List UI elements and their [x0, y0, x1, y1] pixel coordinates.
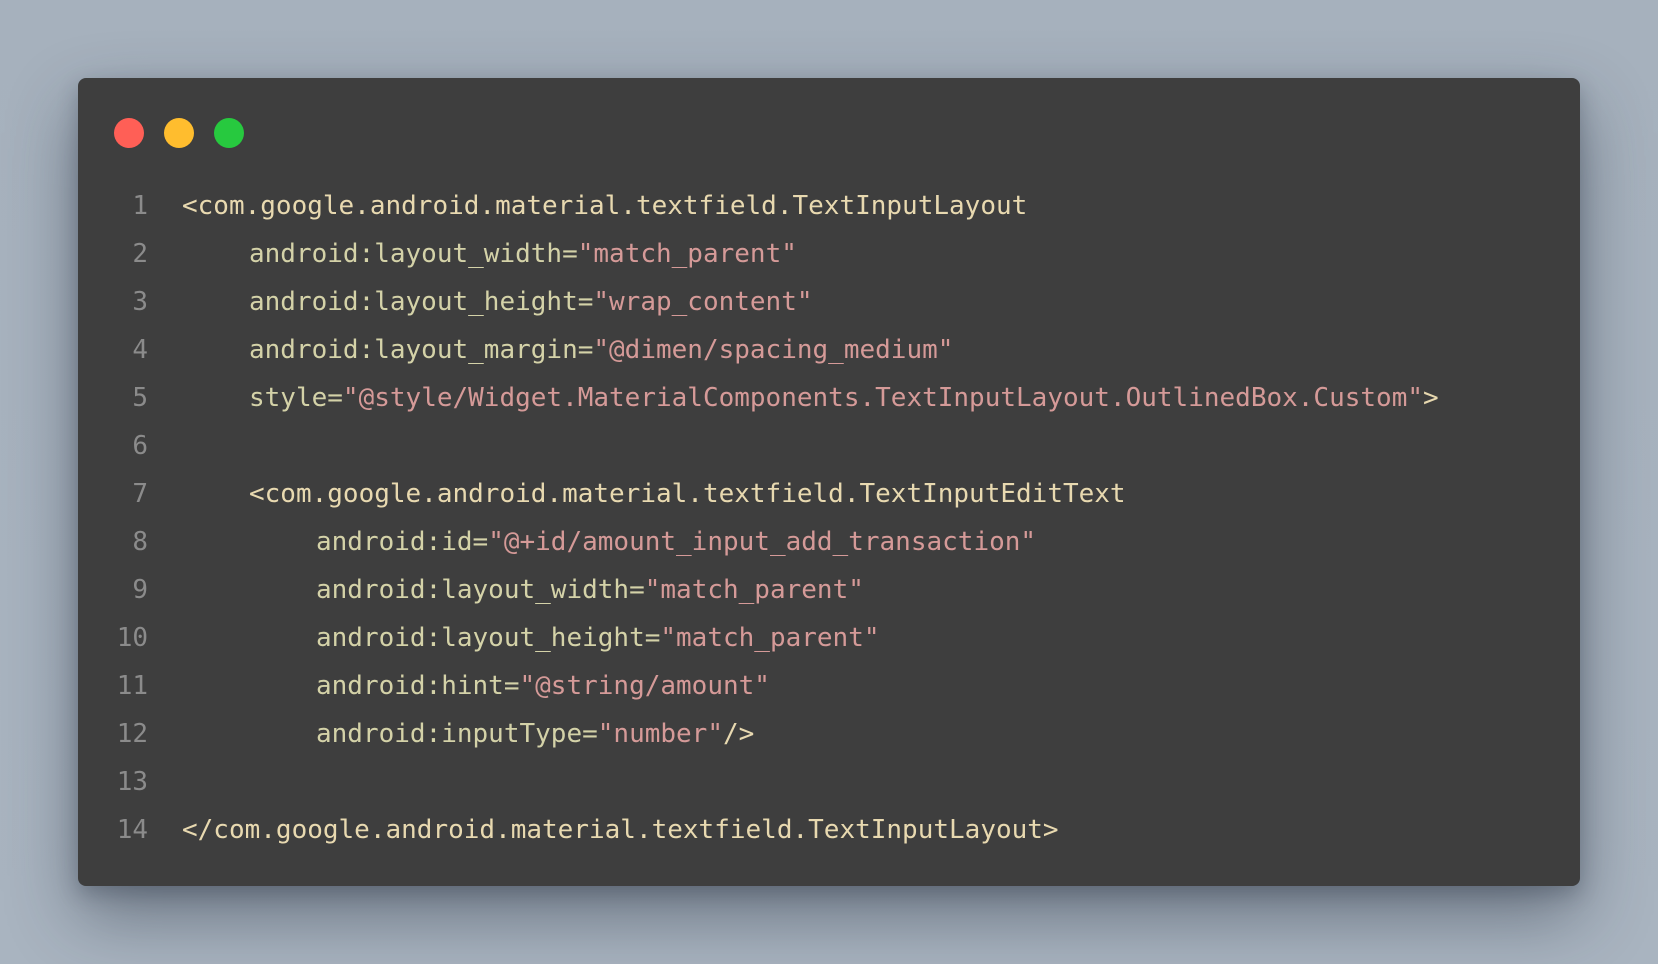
line-number: 2 [132, 239, 148, 269]
line-number: 8 [132, 527, 148, 557]
xml-string: "@+id/amount_input_add_transaction" [488, 527, 1037, 557]
line-number: 3 [132, 287, 148, 317]
xml-tag: </com.google.android.material.textfield.… [182, 815, 1059, 845]
xml-attribute: style= [249, 383, 343, 413]
code-line: 9 android:layout_width="match_parent" [114, 566, 1560, 614]
xml-string: "wrap_content" [593, 287, 813, 317]
xml-string: "match_parent" [644, 575, 864, 605]
line-number: 4 [132, 335, 148, 365]
line-number: 12 [116, 719, 148, 749]
code-line: 12 android:inputType="number"/> [114, 710, 1560, 758]
xml-attribute: android:layout_margin= [249, 335, 594, 365]
minimize-dot[interactable] [164, 118, 194, 148]
code-line: 5 style="@style/Widget.MaterialComponent… [114, 374, 1560, 422]
line-number: 9 [132, 575, 148, 605]
code-line: 13 [114, 758, 1560, 806]
line-number: 7 [132, 479, 148, 509]
xml-attribute: android:layout_width= [316, 575, 645, 605]
xml-string: "match_parent" [660, 623, 880, 653]
code-block: 1 <com.google.android.material.textfield… [114, 182, 1560, 854]
xml-tag-close: > [1423, 383, 1439, 413]
code-line: 14 </com.google.android.material.textfie… [114, 806, 1560, 854]
xml-tag: <com.google.android.material.textfield.T… [182, 191, 1028, 221]
line-number: 14 [116, 815, 148, 845]
code-line: 11 android:hint="@string/amount" [114, 662, 1560, 710]
line-number: 1 [132, 191, 148, 221]
code-window: 1 <com.google.android.material.textfield… [78, 78, 1580, 886]
xml-string: "number" [597, 719, 723, 749]
code-line: 4 android:layout_margin="@dimen/spacing_… [114, 326, 1560, 374]
code-line: 7 <com.google.android.material.textfield… [114, 470, 1560, 518]
xml-attribute: android:layout_height= [249, 287, 594, 317]
xml-attribute: android:id= [316, 527, 489, 557]
xml-string: "@dimen/spacing_medium" [593, 335, 954, 365]
xml-string: "match_parent" [577, 239, 797, 269]
code-line: 3 android:layout_height="wrap_content" [114, 278, 1560, 326]
xml-tag: <com.google.android.material.textfield.T… [249, 479, 1126, 509]
xml-string: "@string/amount" [519, 671, 770, 701]
code-line: 8 android:id="@+id/amount_input_add_tran… [114, 518, 1560, 566]
line-number: 6 [132, 431, 148, 461]
maximize-dot[interactable] [214, 118, 244, 148]
xml-attribute: android:layout_height= [316, 623, 661, 653]
close-dot[interactable] [114, 118, 144, 148]
line-number: 5 [132, 383, 148, 413]
code-line: 1 <com.google.android.material.textfield… [114, 182, 1560, 230]
xml-attribute: android:layout_width= [249, 239, 578, 269]
xml-tag-close: /> [723, 719, 755, 749]
line-number: 10 [116, 623, 148, 653]
xml-string: "@style/Widget.MaterialComponents.TextIn… [342, 383, 1424, 413]
xml-attribute: android:inputType= [316, 719, 598, 749]
code-line: 10 android:layout_height="match_parent" [114, 614, 1560, 662]
code-line: 2 android:layout_width="match_parent" [114, 230, 1560, 278]
code-line: 6 [114, 422, 1560, 470]
line-number: 13 [116, 767, 148, 797]
xml-attribute: android:hint= [316, 671, 520, 701]
line-number: 11 [116, 671, 148, 701]
window-controls [114, 118, 244, 148]
